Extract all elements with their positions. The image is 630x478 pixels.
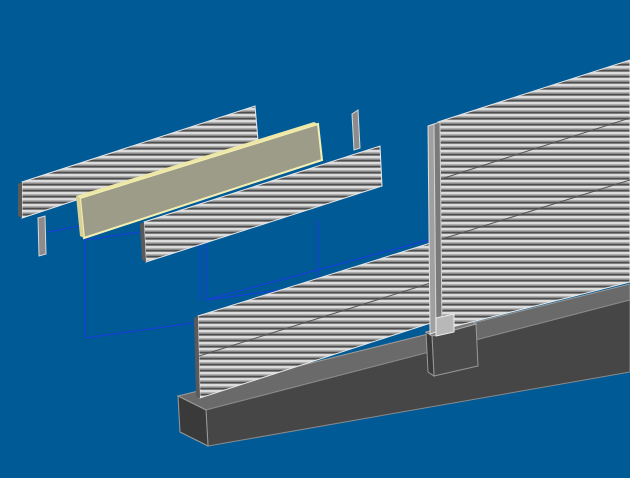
clip-right: [351, 109, 361, 151]
clip-left: [37, 215, 47, 257]
cad-viewport[interactable]: [0, 0, 630, 478]
assembled-wall-right: [437, 59, 630, 331]
exploded-assembly-drawing: [18, 59, 630, 447]
